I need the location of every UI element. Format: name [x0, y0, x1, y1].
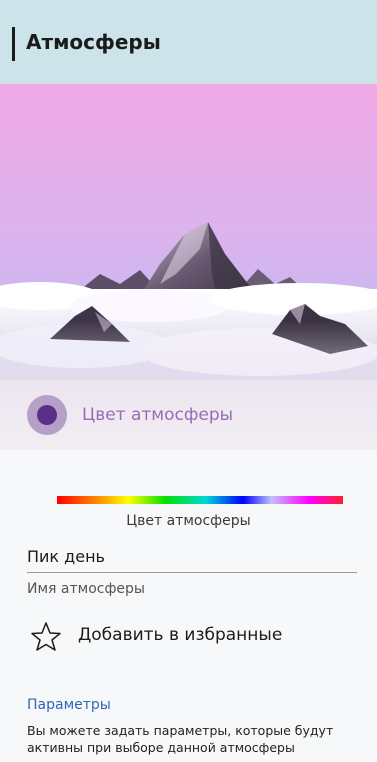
color-swatch [37, 405, 57, 425]
atmosphere-name-label: Имя атмосферы [27, 581, 145, 597]
name-input-underline [27, 572, 357, 573]
header-accent-bar [12, 27, 15, 61]
app-header: Атмосферы [0, 0, 377, 84]
parameters-description: Вы можете задать параметры, которые буду… [27, 723, 334, 755]
color-swatch-ring[interactable] [27, 395, 67, 435]
add-to-favorites-button[interactable]: Добавить в избранные [30, 618, 360, 658]
page-title: Атмосферы [26, 30, 161, 54]
color-spectrum-slider[interactable] [57, 496, 343, 504]
atmosphere-image [0, 84, 377, 380]
atmosphere-name-input[interactable]: Пик день [27, 547, 105, 566]
atmosphere-color-row[interactable]: Цвет атмосферы [0, 380, 377, 450]
add-to-favorites-label: Добавить в избранные [78, 625, 283, 645]
atmosphere-settings-screen: Атмосферы Цвет атмосферы Цвет атмосферы … [0, 0, 377, 762]
atmosphere-color-label: Цвет атмосферы [82, 405, 234, 425]
spectrum-caption: Цвет атмосферы [126, 513, 251, 529]
mountain-illustration [0, 84, 377, 380]
star-outline-icon [31, 622, 61, 651]
parameters-link[interactable]: Параметры [27, 697, 111, 713]
